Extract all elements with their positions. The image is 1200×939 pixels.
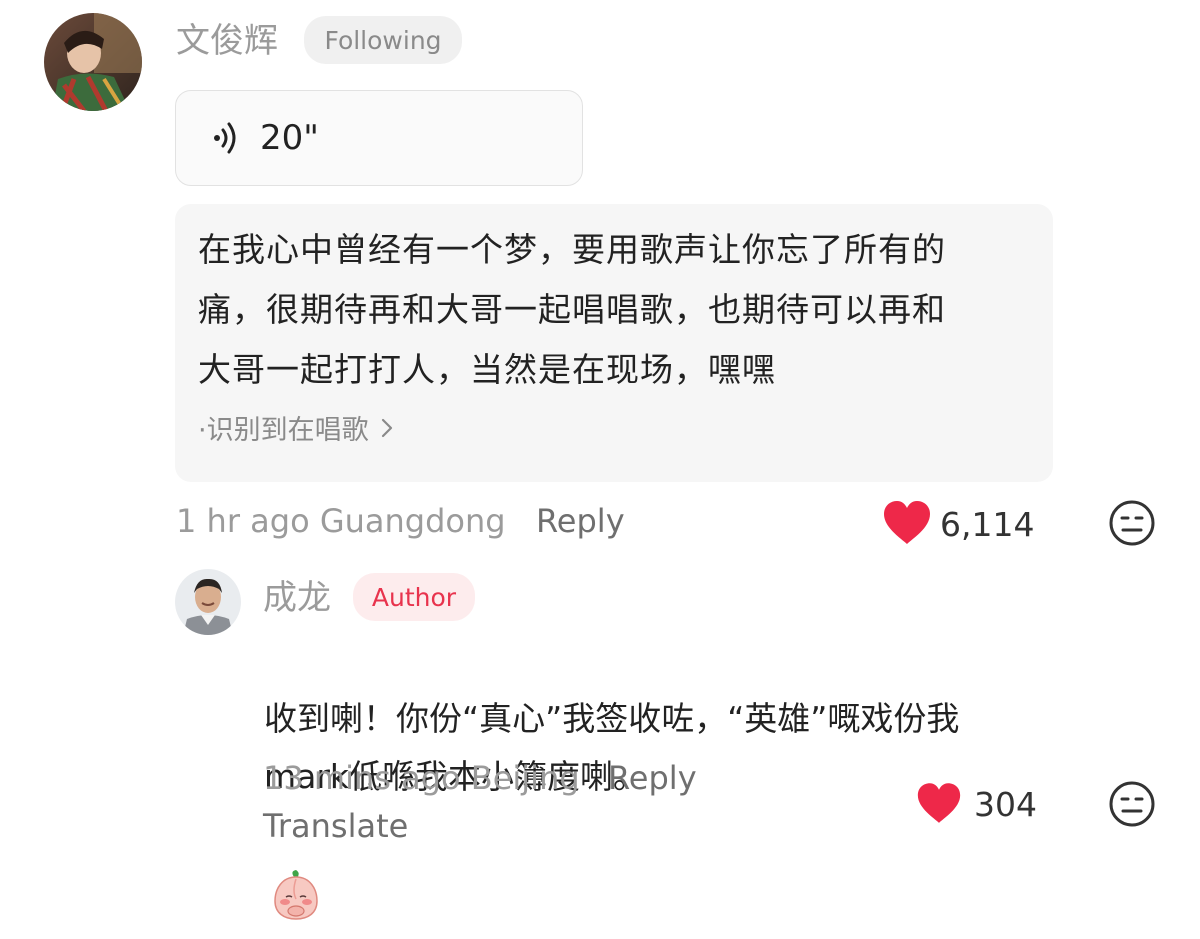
voice-transcript: 在我心中曾经有一个梦，要用歌声让你忘了所有的 痛，很期待再和大哥一起唱唱歌，也期…: [175, 204, 1053, 482]
comment-like-button[interactable]: [882, 500, 932, 546]
heart-icon: [884, 501, 930, 544]
author-badge: Author: [353, 573, 475, 621]
comment-like-count: 6,114: [940, 505, 1035, 544]
meh-face-icon: [1109, 781, 1155, 827]
author-username[interactable]: 成龙: [263, 581, 331, 615]
translate-button[interactable]: Translate: [263, 810, 408, 842]
meh-face-icon: [1109, 500, 1155, 546]
chevron-right-icon: [381, 418, 392, 437]
commenter-avatar-image: [44, 13, 142, 111]
following-badge[interactable]: Following: [304, 16, 462, 64]
comment-reply-button[interactable]: Reply: [536, 505, 625, 537]
voice-duration: 20": [260, 118, 319, 158]
commenter-username[interactable]: 文俊辉: [176, 24, 278, 58]
singing-detected-link[interactable]: ·识别到在唱歌: [198, 408, 1053, 447]
transcript-text: 在我心中曾经有一个梦，要用歌声让你忘了所有的 痛，很期待再和大哥一起唱唱歌，也期…: [198, 230, 946, 389]
comment-dislike-button[interactable]: [1108, 499, 1156, 547]
author-avatar-image: [175, 569, 241, 635]
singing-detected-label: ·识别到在唱歌: [198, 415, 369, 446]
comment-time-location: 1 hr ago Guangdong: [176, 502, 506, 540]
reply-time-location: 13 mins ago Beijing: [263, 759, 580, 797]
voice-message[interactable]: 20": [175, 90, 583, 186]
reply-dislike-button[interactable]: [1108, 780, 1156, 828]
reply-like-count: 304: [974, 785, 1037, 824]
commenter-avatar[interactable]: [44, 13, 142, 111]
sound-wave-icon: [214, 122, 236, 154]
heart-icon: [917, 783, 961, 823]
reply-like-button[interactable]: [916, 782, 962, 825]
author-avatar[interactable]: [175, 569, 241, 635]
reply-reply-button[interactable]: Reply: [608, 762, 697, 794]
